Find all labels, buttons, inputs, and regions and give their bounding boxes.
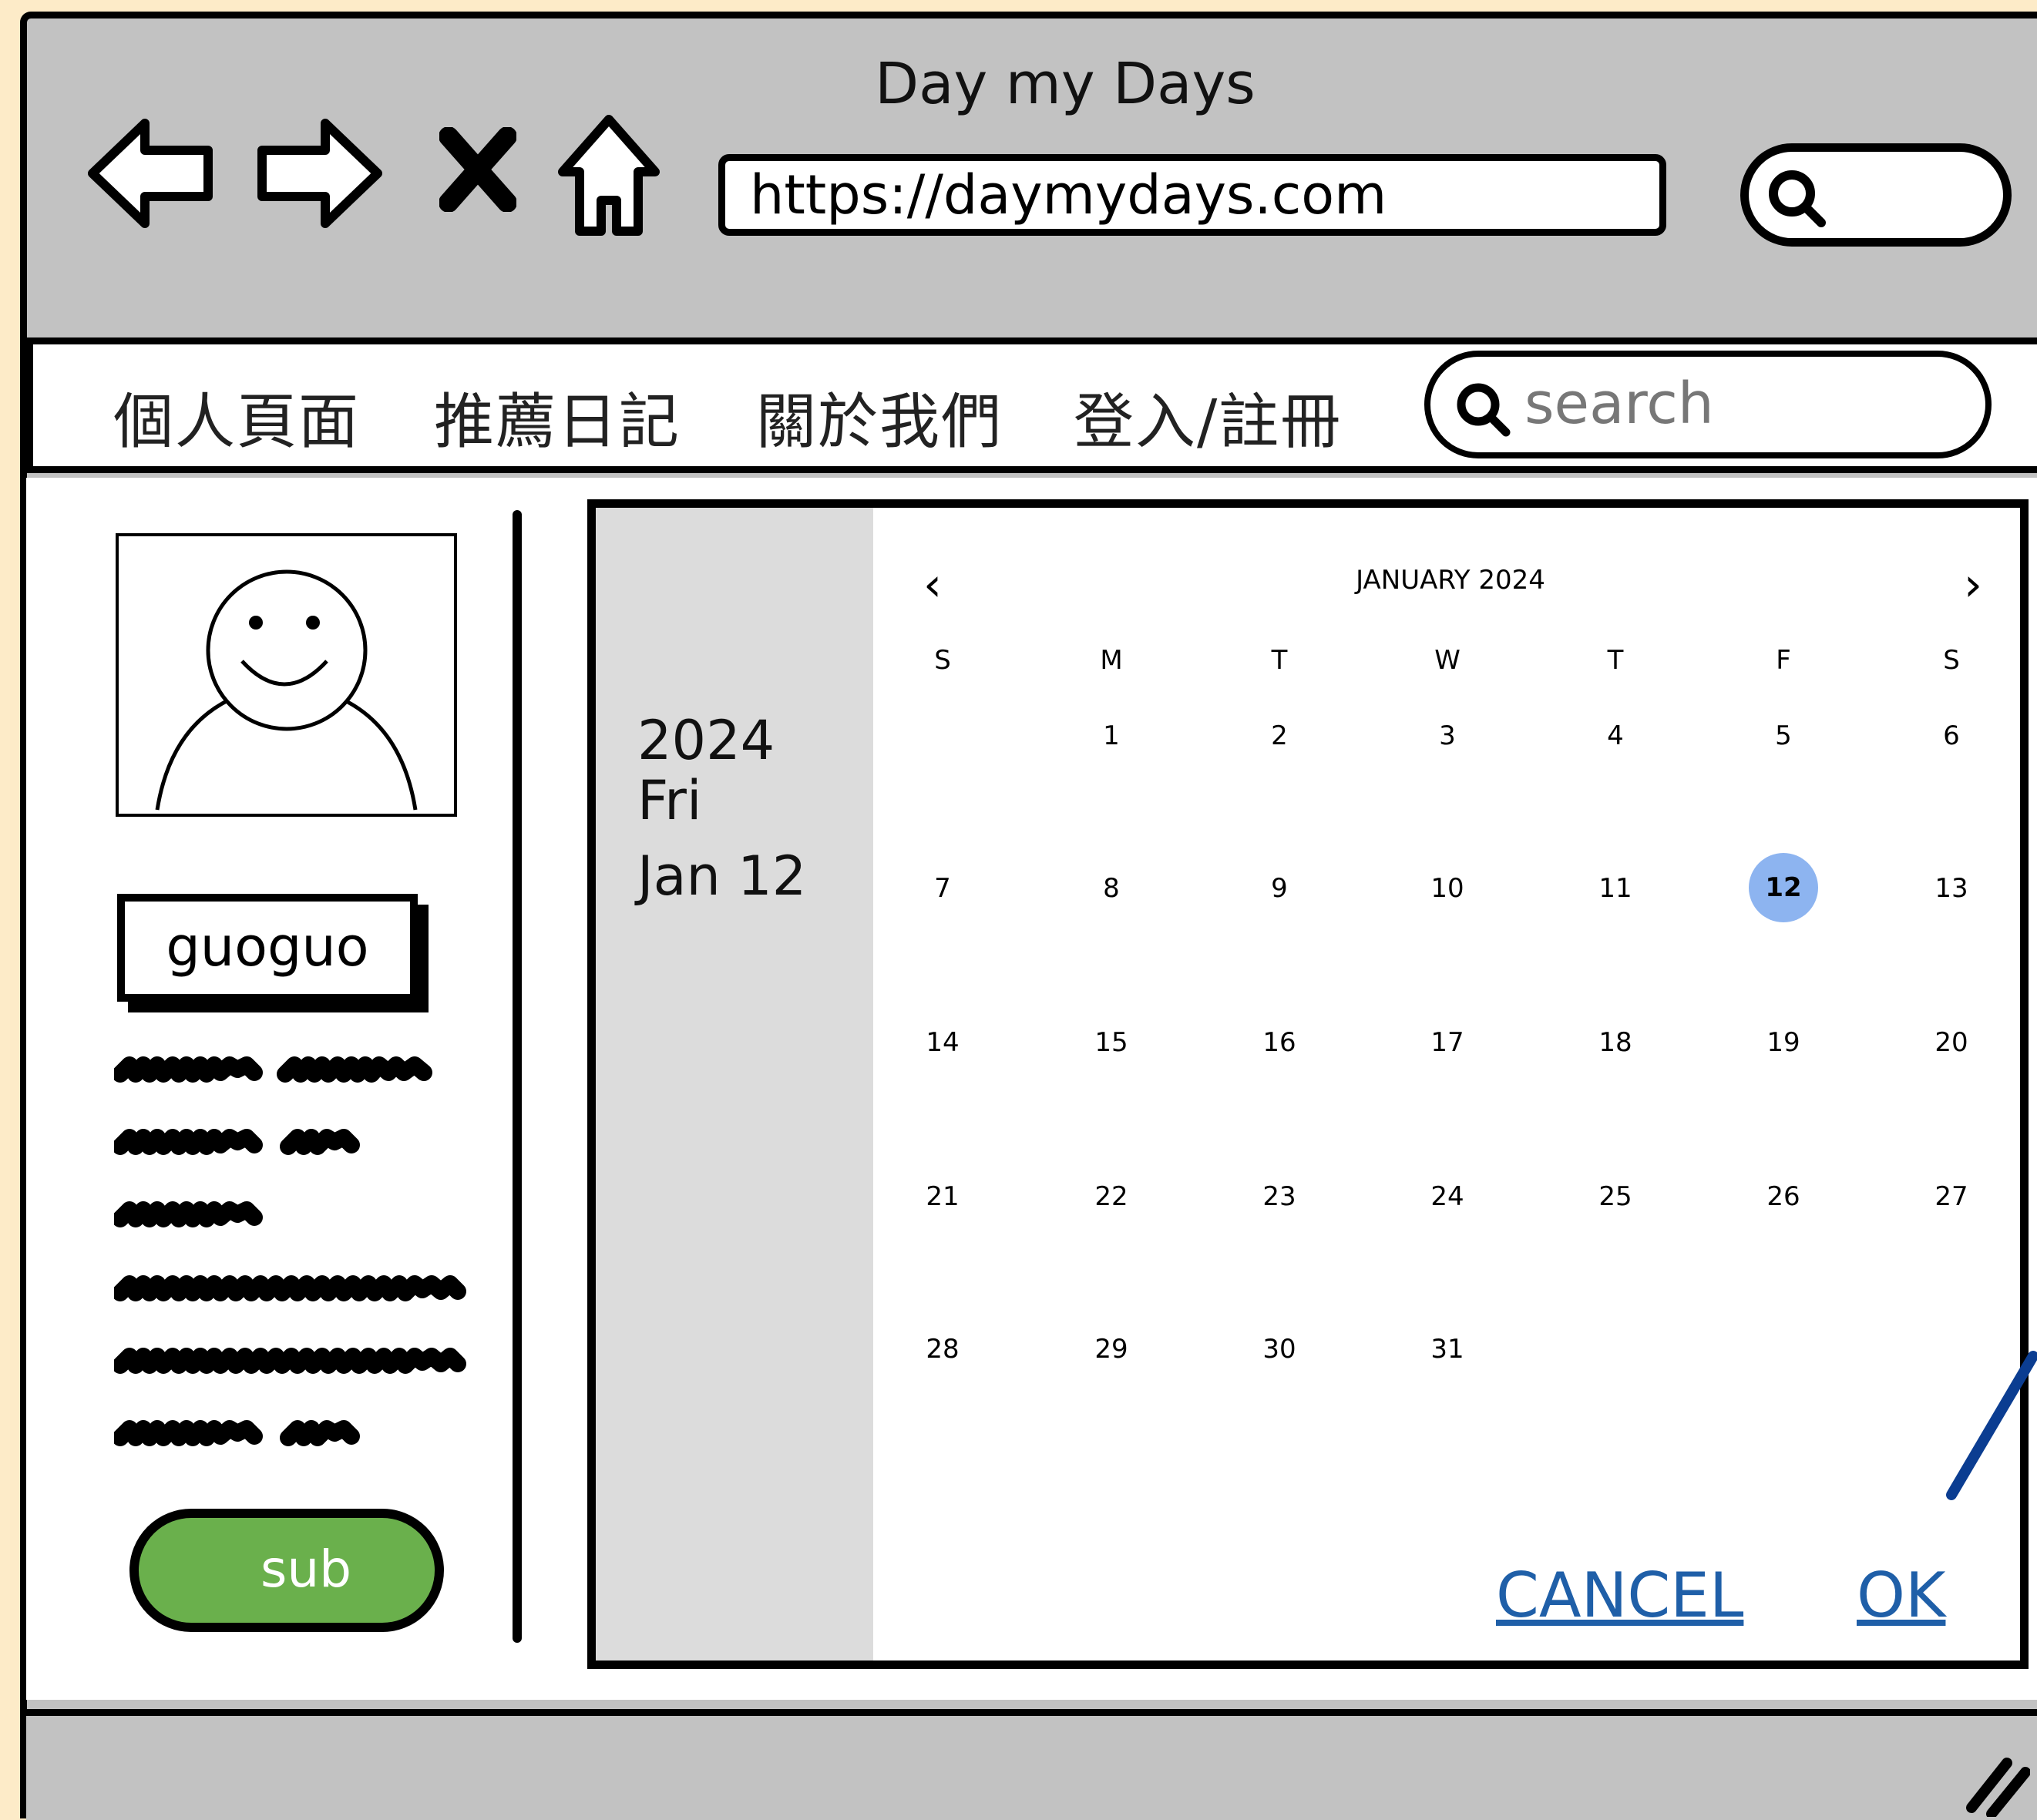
back-arrow-icon[interactable] [85,116,216,231]
weekday-header: M [1100,645,1123,676]
subscribe-button[interactable]: sub [129,1509,444,1632]
cancel-button[interactable]: CANCEL [1496,1560,1743,1631]
browser-search-field[interactable] [1740,143,2012,247]
calendar-day[interactable]: 10 [1413,873,1482,904]
site-search-input[interactable]: search [1424,351,1992,458]
search-placeholder: search [1524,371,1714,437]
weekday-header: T [1607,645,1624,676]
annotation-stroke [1946,1351,2037,1500]
calendar-day[interactable]: 14 [908,1027,977,1058]
calendar-day[interactable]: 25 [1581,1181,1650,1212]
calendar-day[interactable]: 1 [1077,720,1146,751]
selected-weekday: Fri [637,769,702,832]
calendar-day[interactable]: 13 [1917,873,1986,904]
calendar-day[interactable]: 29 [1077,1334,1146,1365]
calendar-day[interactable]: 4 [1581,720,1650,751]
weekday-header: W [1434,645,1461,676]
calendar-day-selected[interactable]: 12 [1749,853,1818,922]
resize-grip-icon[interactable] [1961,1740,2030,1817]
calendar-day[interactable]: 7 [908,873,977,904]
forward-arrow-icon[interactable] [254,116,385,231]
calendar-day[interactable]: 18 [1581,1027,1650,1058]
weekday-header: S [934,645,951,676]
calendar-day[interactable]: 6 [1917,720,1986,751]
calendar-day[interactable]: 9 [1245,873,1314,904]
weekday-header: F [1776,645,1791,676]
calendar-day[interactable]: 26 [1749,1181,1818,1212]
calendar-day[interactable]: 23 [1245,1181,1314,1212]
nav-item-profile[interactable]: 個人頁面 [113,374,360,460]
username-label: guoguo [117,894,418,1002]
calendar-day[interactable]: 5 [1749,720,1818,751]
search-icon [1457,383,1511,437]
vertical-divider [513,510,522,1643]
calendar-day[interactable]: 20 [1917,1027,1986,1058]
bio-scribble-text [114,1056,466,1446]
nav-item-login-register[interactable]: 登入/註冊 [1074,374,1342,460]
calendar-day[interactable]: 28 [908,1334,977,1365]
home-icon[interactable] [555,112,663,239]
status-bar [26,1709,2037,1820]
nav-item-recommended-diaries[interactable]: 推薦日記 [434,374,681,460]
calendar-day[interactable]: 19 [1749,1027,1818,1058]
calendar-day[interactable]: 22 [1077,1181,1146,1212]
weekday-header: S [1943,645,1960,676]
calendar-day[interactable]: 2 [1245,720,1314,751]
calendar-day[interactable]: 27 [1917,1181,1986,1212]
calendar-day[interactable]: 30 [1245,1334,1314,1365]
close-icon[interactable] [439,127,516,212]
search-icon [1769,170,1826,227]
calendar-day[interactable]: 31 [1413,1334,1482,1365]
calendar-day[interactable]: 3 [1413,720,1482,751]
calendar-day[interactable]: 8 [1077,873,1146,904]
calendar-day[interactable]: 16 [1245,1027,1314,1058]
user-avatar-icon [155,569,418,811]
window-title: Day my Days [875,51,1255,117]
address-bar[interactable]: https://daymydays.com [718,154,1666,236]
calendar-day[interactable]: 24 [1413,1181,1482,1212]
weekday-header: T [1271,645,1288,676]
date-picker-header-panel: 2024 Fri Jan 12 [596,508,873,1660]
nav-item-about-us[interactable]: 關於我們 [756,374,1003,460]
calendar-day[interactable]: 21 [908,1181,977,1212]
calendar-day[interactable]: 17 [1413,1027,1482,1058]
avatar [116,533,457,817]
calendar-day[interactable]: 11 [1581,873,1650,904]
next-month-chevron-icon[interactable]: › [1964,562,1982,608]
ok-button[interactable]: OK [1857,1560,1945,1631]
selected-date: Jan 12 [637,845,807,908]
selected-year: 2024 [637,709,775,772]
date-picker-dialog: 2024 Fri Jan 12 ‹ JANUARY 2024 › SMTWTFS… [587,499,2029,1669]
calendar-day[interactable]: 15 [1077,1027,1146,1058]
month-label: JANUARY 2024 [1356,565,1545,596]
